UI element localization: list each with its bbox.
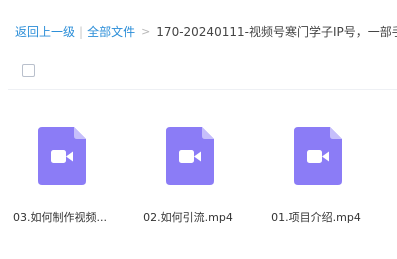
all-files-link[interactable]: 全部文件	[87, 23, 135, 41]
file-name: 01.项目介绍.mp4	[271, 211, 361, 224]
video-file-icon	[294, 127, 342, 185]
breadcrumb-separator: |	[79, 25, 84, 39]
divider	[8, 89, 397, 90]
file-item-2[interactable]: 02.如何引流.mp4	[128, 124, 248, 234]
video-file-icon	[166, 127, 214, 185]
breadcrumb: 返回上一级 | 全部文件 > 170-20240111-视频号寒门学子IP号，一…	[15, 23, 397, 41]
back-link[interactable]: 返回上一级	[15, 23, 75, 41]
select-all-checkbox[interactable]	[22, 64, 35, 77]
file-item-3[interactable]: 01.项目介绍.mp4	[256, 124, 376, 234]
current-folder: 170-20240111-视频号寒门学子IP号，一部手价	[156, 25, 397, 39]
file-name: 02.如何引流.mp4	[143, 211, 233, 224]
file-name: 03.如何制作视频...	[13, 211, 107, 224]
video-file-icon	[38, 127, 86, 185]
file-item-1[interactable]: 03.如何制作视频...	[0, 124, 120, 234]
breadcrumb-arrow: >	[141, 25, 151, 38]
